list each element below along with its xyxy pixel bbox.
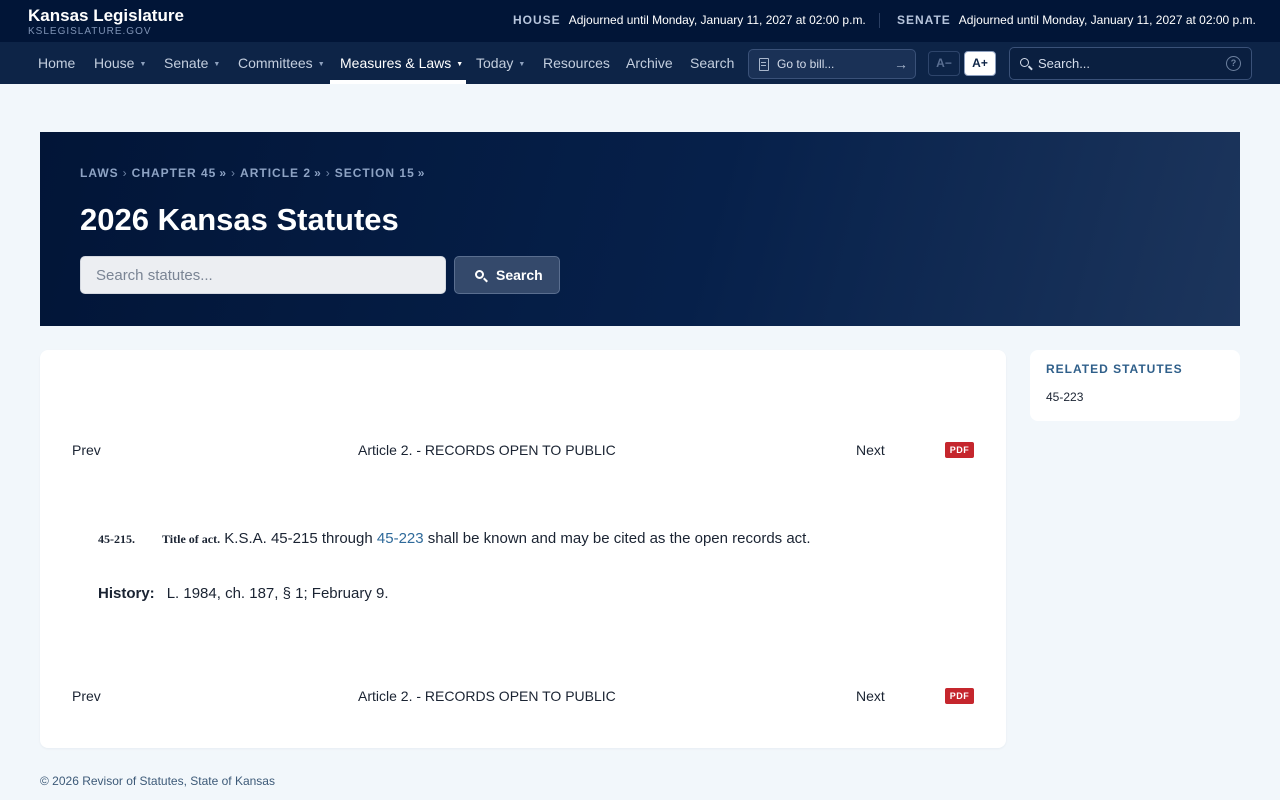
statute-nav-bottom: Prev Article 2. - RECORDS OPEN TO PUBLIC… — [40, 686, 1006, 706]
go-to-bill-input[interactable]: Go to bill... → — [748, 49, 916, 79]
statute-search-placeholder: Search statutes... — [96, 267, 213, 284]
site-subtitle: KSLEGISLATURE.GOV — [28, 26, 152, 37]
statute-link[interactable]: 45-223 — [377, 530, 424, 547]
article-link[interactable]: Article 2. - RECORDS OPEN TO PUBLIC — [358, 686, 616, 706]
statute-number: 45-215. — [98, 532, 135, 546]
nav-today-label: Today — [476, 55, 514, 71]
brand[interactable]: Kansas Legislature KSLEGISLATURE.GOV — [28, 6, 184, 38]
document-icon — [759, 58, 769, 71]
pdf-icon[interactable]: PDF — [945, 688, 974, 704]
breadcrumb-separator: › — [231, 166, 237, 180]
nav-archive-label: Archive — [626, 55, 673, 71]
search-icon — [475, 270, 484, 279]
statute-search-button-label: Search — [496, 267, 543, 283]
breadcrumb-laws[interactable]: LAWS — [80, 166, 119, 180]
statute-title: Title of act. — [162, 532, 221, 546]
nav-committees[interactable]: Committees ▼ — [238, 42, 325, 84]
help-icon[interactable]: ? — [1226, 56, 1241, 71]
nav-search[interactable]: Search — [690, 42, 734, 84]
house-status: HOUSE Adjourned until Monday, January 11,… — [513, 13, 866, 28]
site-search-input[interactable]: Search... ? — [1009, 47, 1252, 80]
statute-text-after: shall be known and may be cited as the o… — [427, 530, 811, 547]
breadcrumb-section[interactable]: SECTION 15 — [335, 166, 415, 180]
statute-card: Prev Article 2. - RECORDS OPEN TO PUBLIC… — [40, 350, 1006, 748]
nav-resources[interactable]: Resources — [543, 42, 610, 84]
house-status-label: HOUSE — [513, 13, 561, 27]
related-statute-item[interactable]: 45-223 — [1046, 390, 1083, 404]
page-title: 2026 Kansas Statutes — [80, 202, 399, 237]
caret-down-icon: ▼ — [213, 61, 221, 68]
pdf-icon[interactable]: PDF — [945, 442, 974, 458]
breadcrumb-separator: › — [325, 166, 331, 180]
statute-history: History: L. 1984, ch. 187, § 1; February … — [98, 583, 389, 605]
site-search-placeholder: Search... — [1038, 56, 1091, 71]
breadcrumb: LAWS › CHAPTER 45» › ARTICLE 2» › SECTION 15» — [80, 166, 425, 180]
breadcrumb-article[interactable]: ARTICLE 2 — [240, 166, 311, 180]
statute-text-before: K.S.A. 45-215 through — [224, 530, 373, 547]
nav-senate-label: Senate — [164, 55, 209, 71]
breadcrumb-expand-icon: » — [219, 166, 228, 180]
font-decrease-button[interactable]: A− — [928, 51, 960, 76]
related-statutes: RELATED STATUTES 45-223 — [1030, 350, 1240, 421]
related-statutes-title: RELATED STATUTES — [1046, 362, 1183, 376]
nav-search-label: Search — [690, 55, 735, 71]
nav-measures-laws[interactable]: Measures & Laws ▼ — [340, 42, 463, 84]
top-bar: Kansas Legislature KSLEGISLATURE.GOV HOU… — [0, 0, 1280, 42]
prev-link[interactable]: Prev — [72, 440, 101, 460]
status-divider — [879, 13, 880, 28]
active-nav-indicator — [330, 80, 466, 84]
prev-link[interactable]: Prev — [72, 686, 101, 706]
history-label: History: — [98, 585, 155, 602]
font-increase-button[interactable]: A+ — [964, 51, 996, 76]
breadcrumb-separator: › — [122, 166, 128, 180]
search-icon — [1020, 58, 1029, 67]
statute-nav-top: Prev Article 2. - RECORDS OPEN TO PUBLIC… — [40, 440, 1006, 460]
statute-text: 45-215. Title of act. K.S.A. 45-215 throu… — [98, 528, 811, 550]
next-link[interactable]: Next — [856, 686, 885, 706]
nav-home[interactable]: Home — [38, 42, 75, 84]
breadcrumb-expand-icon: » — [314, 166, 322, 180]
nav-house[interactable]: House ▼ — [94, 42, 146, 84]
nav-senate[interactable]: Senate ▼ — [164, 42, 220, 84]
statute-search-input[interactable]: Search statutes... — [80, 256, 446, 294]
senate-status: SENATE Adjourned until Monday, January 11… — [897, 13, 1256, 28]
senate-status-text: Adjourned until Monday, January 11, 2027… — [958, 13, 1256, 27]
go-to-bill-placeholder: Go to bill... — [777, 57, 835, 71]
arrow-right-icon[interactable]: → — [894, 50, 908, 78]
caret-down-icon: ▼ — [518, 61, 526, 68]
statutes-hero: LAWS › CHAPTER 45» › ARTICLE 2» › SECTION 15» … — [40, 132, 1240, 326]
breadcrumb-expand-icon: » — [417, 166, 426, 180]
caret-down-icon: ▼ — [456, 61, 464, 68]
nav-measures-laws-label: Measures & Laws — [340, 55, 452, 71]
caret-down-icon: ▼ — [317, 61, 325, 68]
statute-search-button[interactable]: Search — [454, 256, 560, 294]
nav-committees-label: Committees — [238, 55, 313, 71]
nav-today[interactable]: Today ▼ — [476, 42, 525, 84]
article-link[interactable]: Article 2. - RECORDS OPEN TO PUBLIC — [358, 440, 616, 460]
nav-home-label: Home — [38, 55, 76, 71]
next-link[interactable]: Next — [856, 440, 885, 460]
breadcrumb-chapter[interactable]: CHAPTER 45 — [132, 166, 217, 180]
nav-archive[interactable]: Archive — [626, 42, 673, 84]
history-text: L. 1984, ch. 187, § 1; February 9. — [166, 585, 389, 602]
nav-resources-label: Resources — [543, 55, 610, 71]
caret-down-icon: ▼ — [139, 61, 147, 68]
site-title: Kansas Legislature — [28, 6, 184, 25]
footer-copyright: © 2026 Revisor of Statutes, State of Kan… — [40, 774, 275, 788]
nav-house-label: House — [94, 55, 135, 71]
house-status-text: Adjourned until Monday, January 11, 2027… — [568, 13, 866, 27]
senate-status-label: SENATE — [897, 13, 951, 27]
